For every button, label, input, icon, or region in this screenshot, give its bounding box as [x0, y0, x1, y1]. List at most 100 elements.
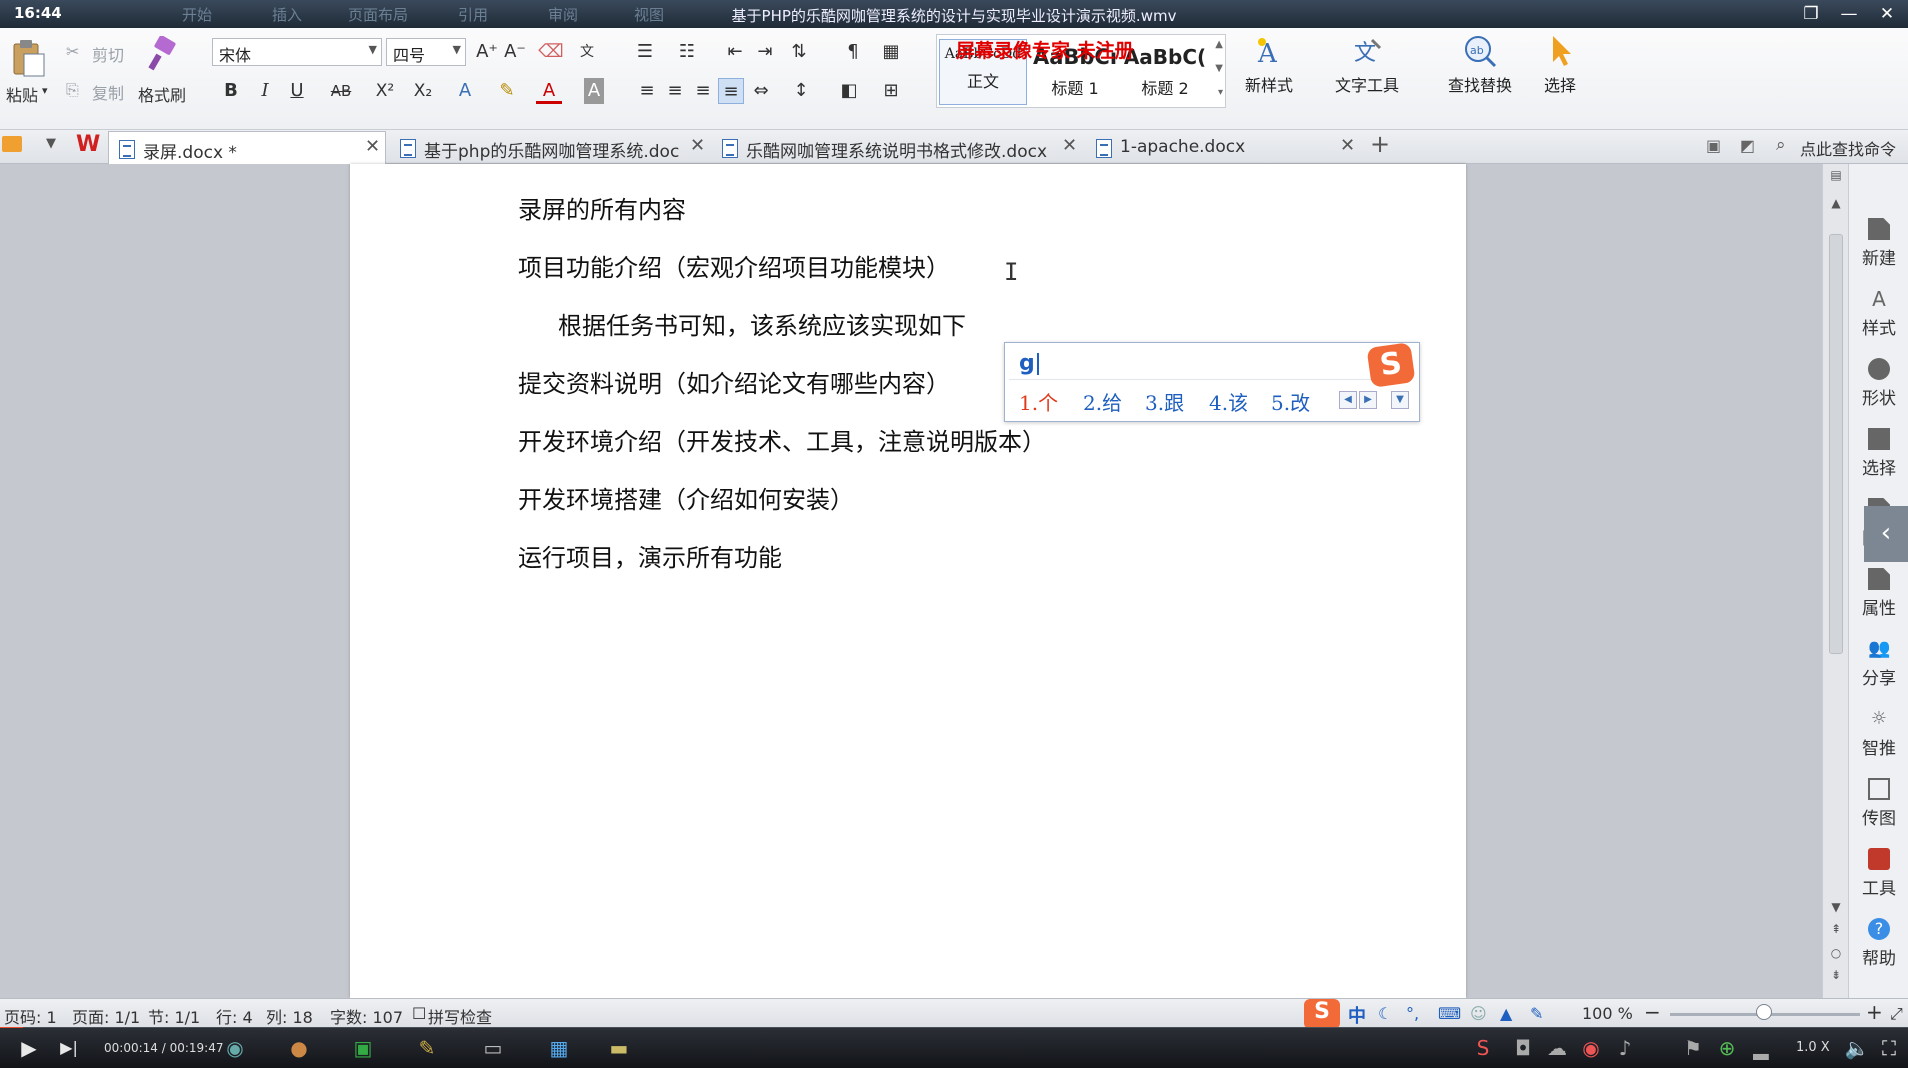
ime-candidate[interactable]: 3.跟: [1145, 387, 1184, 416]
side-select[interactable]: 选择: [1849, 428, 1908, 479]
select-button[interactable]: 选择: [1530, 34, 1590, 114]
increase-indent-icon[interactable]: ⇥: [752, 39, 778, 65]
paragraph-shading-icon[interactable]: ◧: [836, 78, 862, 104]
align-center-icon[interactable]: ≡: [662, 78, 688, 104]
split-view-icon[interactable]: ▤: [1828, 168, 1844, 182]
wrench-icon[interactable]: ✎: [1530, 1004, 1543, 1023]
gallery-scroll-up-icon[interactable]: ▲: [1215, 39, 1223, 50]
ime-prev-page-icon[interactable]: ◀: [1339, 391, 1357, 409]
side-share[interactable]: 👥 分享: [1849, 638, 1908, 689]
close-tab-icon[interactable]: ✕: [1062, 135, 1077, 156]
restore-icon[interactable]: ❐: [1796, 2, 1826, 26]
tab-document[interactable]: 乐酷网咖管理系统说明书格式修改.docx ✕: [712, 131, 1082, 164]
clear-format-icon[interactable]: ⌫: [538, 39, 564, 65]
tray-volume-icon[interactable]: ♪: [1612, 1036, 1638, 1060]
copy-button[interactable]: 复制: [92, 80, 124, 104]
side-tools[interactable]: 工具: [1849, 848, 1908, 899]
open-folder-icon[interactable]: [2, 136, 22, 152]
zoom-in-icon[interactable]: +: [1866, 1000, 1883, 1024]
playback-speed[interactable]: 1.0 X: [1796, 1040, 1830, 1055]
cut-icon[interactable]: ✂: [66, 42, 79, 61]
strikethrough-icon[interactable]: AB: [328, 78, 354, 104]
spell-check-checkbox[interactable]: ☐: [412, 1004, 426, 1023]
doc-paragraph[interactable]: 根据任务书可知，该系统应该实现如下: [558, 306, 966, 341]
ime-next-page-icon[interactable]: ▶: [1359, 391, 1377, 409]
tray-shield-icon[interactable]: ⊕: [1714, 1036, 1740, 1060]
spell-check-label[interactable]: 拼写检查: [428, 1004, 492, 1028]
line-spacing-icon[interactable]: ↕: [788, 78, 814, 104]
status-page-code[interactable]: 页码: 1: [4, 1004, 57, 1028]
command-search-input[interactable]: 点此查找命令: [1800, 136, 1896, 160]
format-painter-icon[interactable]: [146, 35, 180, 76]
doc-paragraph[interactable]: 提交资料说明（如介绍论文有哪些内容）: [518, 364, 950, 399]
tray-network-icon[interactable]: ▂: [1748, 1036, 1774, 1060]
distribute-icon[interactable]: ⇔: [748, 78, 774, 104]
highlight-icon[interactable]: ✎: [494, 78, 520, 104]
side-styles[interactable]: A 样式: [1849, 288, 1908, 339]
close-tab-icon[interactable]: ✕: [1340, 135, 1355, 156]
text-effect-icon[interactable]: A: [452, 78, 478, 104]
font-size-select[interactable]: 四号 ▼: [386, 38, 466, 66]
paste-icon[interactable]: [10, 38, 46, 82]
tab-document[interactable]: 录屏.docx * ✕: [108, 131, 386, 164]
speaker-icon[interactable]: 🔈: [1844, 1036, 1870, 1060]
ime-expand-icon[interactable]: ▼: [1391, 391, 1409, 409]
numbered-list-icon[interactable]: ☷: [674, 39, 700, 65]
doc-paragraph[interactable]: 开发环境介绍（开发技术、工具，注意说明版本）: [518, 422, 1046, 457]
ime-candidate[interactable]: 4.该: [1209, 387, 1248, 416]
subscript-icon[interactable]: X₂: [410, 78, 436, 104]
doc-paragraph[interactable]: 录屏的所有内容: [518, 190, 686, 225]
decrease-indent-icon[interactable]: ⇤: [722, 39, 748, 65]
next-page-icon[interactable]: ⇟: [1828, 968, 1844, 982]
underline-icon[interactable]: U: [284, 78, 310, 104]
keyboard-icon[interactable]: ⌨: [1438, 1004, 1461, 1023]
next-frame-icon[interactable]: ▶|: [56, 1036, 82, 1060]
minimize-icon[interactable]: —: [1834, 2, 1864, 26]
scroll-up-icon[interactable]: ▲: [1828, 196, 1844, 210]
taskbar-folder-icon[interactable]: ▬: [606, 1036, 632, 1060]
status-section[interactable]: 节: 1/1: [148, 1004, 200, 1028]
status-col[interactable]: 列: 18: [266, 1004, 313, 1028]
new-tab-plus-icon[interactable]: +: [1370, 130, 1390, 158]
cut-button[interactable]: 剪切: [92, 42, 124, 66]
skin-icon[interactable]: ▲: [1500, 1004, 1512, 1023]
collapse-pane-chevron-icon[interactable]: ‹: [1864, 506, 1908, 562]
doc-paragraph[interactable]: 运行项目，演示所有功能: [518, 538, 782, 573]
scroll-down-icon[interactable]: ▼: [1828, 900, 1844, 914]
font-name-select[interactable]: 宋体 ▼: [212, 38, 382, 66]
side-properties[interactable]: 属性: [1849, 568, 1908, 619]
share-doc-icon[interactable]: ◩: [1740, 136, 1755, 155]
bullet-list-icon[interactable]: ☰: [632, 39, 658, 65]
document-page[interactable]: 录屏的所有内容 项目功能介绍（宏观介绍项目功能模块） 根据任务书可知，该系统应该…: [350, 164, 1466, 998]
close-tab-icon[interactable]: ✕: [365, 136, 380, 157]
prev-page-icon[interactable]: ⇞: [1828, 922, 1844, 936]
taskbar-excel-icon[interactable]: ▣: [350, 1036, 376, 1060]
taskbar-recorder-icon[interactable]: ▭: [480, 1036, 506, 1060]
italic-icon[interactable]: I: [252, 78, 278, 104]
doc-paragraph[interactable]: 项目功能介绍（宏观介绍项目功能模块）: [518, 248, 950, 283]
show-marks-icon[interactable]: ¶: [840, 39, 866, 65]
gallery-more-icon[interactable]: ▾: [1218, 87, 1223, 98]
ime-candidate[interactable]: 1.个: [1019, 387, 1058, 416]
find-replace-button[interactable]: ab 查找替换: [1434, 34, 1526, 114]
justify-icon[interactable]: ≡: [718, 78, 744, 104]
status-pages[interactable]: 页面: 1/1: [72, 1004, 140, 1028]
text-tools-button[interactable]: 文 文字工具: [1322, 34, 1412, 114]
side-shapes[interactable]: 形状: [1849, 358, 1908, 409]
gallery-scroll-down-icon[interactable]: ▼: [1215, 63, 1223, 74]
ime-candidate[interactable]: 5.改: [1271, 387, 1310, 416]
wps-logo-icon[interactable]: W: [76, 132, 100, 157]
style-heading-2[interactable]: AaBbC( 标题 2: [1121, 39, 1209, 105]
format-painter-button[interactable]: 格式刷: [138, 82, 186, 106]
side-image[interactable]: 传图: [1849, 778, 1908, 829]
tray-cloud-icon[interactable]: ☁: [1544, 1036, 1570, 1060]
scrollbar-thumb[interactable]: [1829, 234, 1843, 654]
zoom-slider-knob[interactable]: [1756, 1004, 1772, 1020]
close-tab-icon[interactable]: ✕: [690, 135, 705, 156]
tray-sogou-icon[interactable]: S: [1470, 1036, 1496, 1060]
close-window-icon[interactable]: ✕: [1872, 2, 1902, 26]
zoom-out-icon[interactable]: −: [1644, 1000, 1661, 1024]
borders-icon[interactable]: ⊞: [878, 78, 904, 104]
align-right-icon[interactable]: ≡: [690, 78, 716, 104]
side-new[interactable]: 新建: [1849, 218, 1908, 269]
